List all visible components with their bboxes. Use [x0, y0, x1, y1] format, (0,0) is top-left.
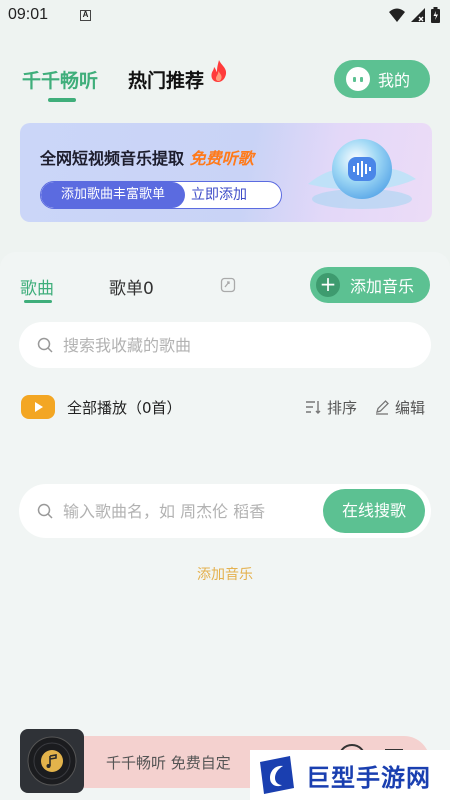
- user-face-icon: [346, 67, 370, 91]
- banner-title: 全网短视频音乐提取 免费听歌: [40, 145, 254, 169]
- banner-pill-text: 添加歌曲丰富歌单: [41, 182, 185, 208]
- search-icon: [37, 337, 53, 353]
- vinyl-disc-icon: [27, 736, 77, 786]
- edit-icon[interactable]: [374, 399, 390, 415]
- favorites-search-box[interactable]: [19, 322, 431, 368]
- mine-button-label: 我的: [378, 71, 411, 90]
- add-music-button-label: 添加音乐: [350, 277, 415, 296]
- sort-button[interactable]: 排序: [327, 397, 357, 418]
- music-panel: 歌曲 歌单0 + 添加音乐 全部播放（0首） 排序 编辑 在线搜歌 添: [0, 252, 450, 800]
- banner-highlight: 免费听歌: [189, 149, 254, 168]
- online-search-box[interactable]: 在线搜歌: [19, 484, 431, 538]
- online-search-input[interactable]: [63, 501, 303, 521]
- audio-bubble-illustration: [308, 139, 416, 209]
- tab-playlists[interactable]: 歌单0: [109, 274, 154, 299]
- sort-icon[interactable]: [305, 400, 321, 414]
- play-all-icon[interactable]: [21, 395, 55, 419]
- watermark-logo: [260, 756, 294, 794]
- online-search-button[interactable]: 在线搜歌: [323, 489, 425, 533]
- add-music-button[interactable]: + 添加音乐: [310, 267, 430, 303]
- edit-button[interactable]: 编辑: [395, 397, 425, 418]
- online-search-icon: [37, 503, 53, 519]
- favorites-search-input[interactable]: [63, 335, 343, 355]
- tab-hot-recommend[interactable]: 热门推荐: [128, 66, 204, 93]
- tab-active-indicator: [48, 98, 76, 102]
- watermark-text: 巨型手游网: [306, 763, 431, 792]
- banner-add-pill[interactable]: 添加歌曲丰富歌单 立即添加: [40, 181, 282, 209]
- fire-icon: [211, 60, 227, 82]
- tab-songs[interactable]: 歌曲: [20, 274, 54, 299]
- tab-qianqian[interactable]: 千千畅听: [22, 66, 98, 93]
- tab-songs-indicator: [24, 300, 52, 303]
- promo-banner[interactable]: 全网短视频音乐提取 免费听歌 添加歌曲丰富歌单 立即添加: [20, 123, 432, 222]
- banner-title-text: 全网短视频音乐提取: [40, 149, 185, 168]
- status-bar: 09:01 A: [0, 0, 450, 30]
- mine-button[interactable]: 我的: [334, 60, 430, 98]
- status-time: 09:01: [8, 6, 49, 23]
- notification-a-icon: A: [80, 9, 92, 21]
- refresh-icon[interactable]: [220, 277, 236, 293]
- battery-icon: [431, 7, 440, 23]
- add-music-link[interactable]: 添加音乐: [0, 564, 450, 584]
- album-art[interactable]: [20, 729, 84, 793]
- wifi-icon: [389, 8, 405, 22]
- signal-icon: [411, 8, 425, 22]
- mini-player-title: 千千畅听 免费自定: [106, 754, 231, 772]
- plus-icon: +: [316, 273, 340, 297]
- banner-add-now-link[interactable]: 立即添加: [185, 182, 247, 208]
- top-header: 千千畅听 热门推荐 我的: [0, 52, 450, 108]
- play-all-label[interactable]: 全部播放（0首）: [67, 397, 182, 418]
- site-watermark: 巨型手游网: [250, 750, 450, 800]
